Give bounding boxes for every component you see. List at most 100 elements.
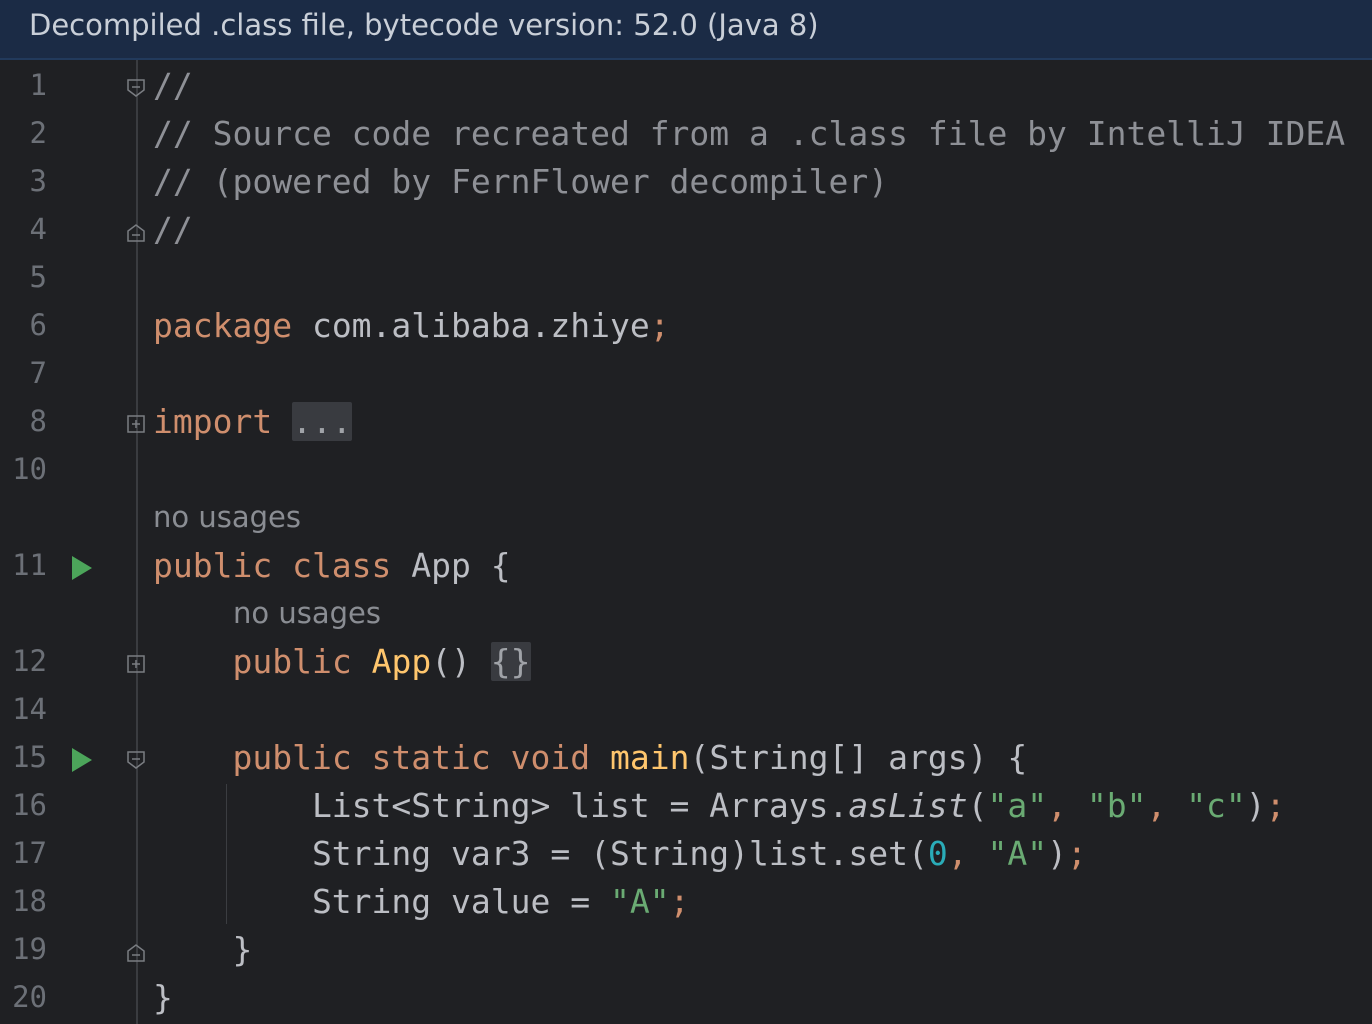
code-token: "A" [987, 834, 1048, 873]
code-line: 11 public class App { [0, 544, 1372, 592]
code-text[interactable]: String value = "A"; [153, 882, 690, 921]
line-number[interactable]: 3 [0, 164, 47, 198]
code-text[interactable]: List<String> list = Arrays.asList("a", "… [153, 786, 1286, 825]
line-number[interactable]: 16 [0, 788, 47, 822]
expand-fold-icon[interactable] [127, 415, 145, 433]
code-line: 20} [0, 976, 1372, 1024]
code-token: App { [391, 546, 511, 585]
code-line: 15 public static void main(String[] args… [0, 736, 1372, 784]
line-number[interactable]: 10 [0, 452, 47, 486]
decompiled-banner: Decompiled .class file, bytecode version… [0, 0, 1372, 60]
code-token: main [609, 738, 690, 777]
line-number[interactable]: 6 [0, 308, 47, 342]
line-number[interactable]: 19 [0, 932, 47, 966]
collapse-fold-icon[interactable] [127, 751, 145, 769]
line-number[interactable]: 17 [0, 836, 47, 870]
code-text[interactable]: public static void main(String[] args) { [153, 738, 1027, 777]
code-line: 10 [0, 448, 1372, 496]
code-text[interactable]: String var3 = (String)list.set(0, "A"); [153, 834, 1087, 873]
code-token: String value = [153, 882, 610, 921]
code-token: } [153, 930, 253, 969]
collapse-fold-icon[interactable] [127, 944, 145, 962]
collapse-fold-icon[interactable] [127, 224, 145, 242]
line-number[interactable]: 20 [0, 980, 47, 1014]
code-token: 0 [927, 834, 948, 873]
usage-hint-row: no usages [0, 496, 1372, 544]
run-icon[interactable] [72, 748, 92, 772]
code-token: ; [649, 306, 670, 345]
code-token: } [153, 978, 173, 1017]
banner-text: Decompiled .class file, bytecode version… [29, 8, 819, 42]
code-token: , [947, 834, 988, 873]
line-number[interactable]: 11 [0, 548, 47, 582]
code-line: 8 import ... [0, 400, 1372, 448]
code-line: 4 // [0, 208, 1372, 256]
code-token: (String[] args) { [689, 738, 1028, 777]
code-token: , [1146, 786, 1187, 825]
folded-region[interactable]: {} [490, 642, 531, 681]
code-token: // (powered by FernFlower decompiler) [153, 162, 889, 201]
usage-hint[interactable]: no usages [233, 596, 381, 630]
line-number[interactable]: 14 [0, 692, 47, 726]
code-text[interactable]: // [153, 210, 193, 249]
code-line: 2 // Source code recreated from a .class … [0, 112, 1372, 160]
code-token: ) [1245, 786, 1266, 825]
code-token: , [1047, 786, 1087, 825]
code-line: 5 [0, 256, 1372, 304]
run-icon[interactable] [72, 556, 92, 580]
usage-hint[interactable]: no usages [153, 500, 301, 534]
code-line: 19 } [0, 928, 1372, 976]
code-token: ; [1265, 786, 1286, 825]
code-token: List<String> list = Arrays. [153, 786, 849, 825]
code-token: ; [1066, 834, 1087, 873]
code-token: import [153, 402, 273, 441]
code-token: "a" [987, 786, 1048, 825]
line-number[interactable]: 4 [0, 212, 47, 246]
code-token: // Source code recreated from a .class f… [153, 114, 1346, 153]
code-line: 18 String value = "A"; [0, 880, 1372, 928]
code-token: ; [669, 882, 690, 921]
code-token: "A" [609, 882, 670, 921]
code-line: 14 [0, 688, 1372, 736]
folded-region[interactable]: ... [292, 402, 352, 441]
code-text[interactable]: // (powered by FernFlower decompiler) [153, 162, 888, 201]
line-number[interactable]: 7 [0, 356, 47, 390]
code-text[interactable]: public class App { [153, 546, 511, 585]
line-number[interactable]: 8 [0, 404, 47, 438]
code-token: // [153, 210, 193, 249]
code-token: public class [153, 546, 392, 585]
code-token: package [153, 306, 293, 345]
code-text[interactable]: public App() {} [153, 642, 531, 681]
code-token: ( [967, 786, 988, 825]
code-line: 17 String var3 = (String)list.set(0, "A"… [0, 832, 1372, 880]
code-token: // [153, 66, 193, 105]
code-text[interactable]: // Source code recreated from a .class f… [153, 114, 1345, 153]
collapse-fold-icon[interactable] [127, 79, 145, 97]
code-token: "b" [1086, 786, 1147, 825]
code-token: App [371, 642, 432, 681]
code-line: 3 // (powered by FernFlower decompiler) [0, 160, 1372, 208]
line-number[interactable]: 15 [0, 740, 47, 774]
line-number[interactable]: 1 [0, 68, 47, 102]
line-number[interactable]: 12 [0, 644, 47, 678]
line-number[interactable]: 5 [0, 260, 47, 294]
code-token: public static void [232, 738, 591, 777]
code-text[interactable]: } [153, 930, 252, 969]
code-line: 1 // [0, 64, 1372, 112]
code-text[interactable]: package com.alibaba.zhiye; [153, 306, 670, 345]
usage-hint-row: no usages [0, 592, 1372, 640]
code-token: com.alibaba.zhiye [292, 306, 650, 345]
code-editor[interactable]: 1 // 2 // Source code recreated from a .cla… [0, 60, 1372, 1024]
code-text[interactable]: import ... [153, 402, 352, 441]
code-text[interactable]: // [153, 66, 193, 105]
line-number[interactable]: 2 [0, 116, 47, 150]
expand-fold-icon[interactable] [127, 655, 145, 673]
line-number[interactable]: 18 [0, 884, 47, 918]
code-token: ) [1047, 834, 1067, 873]
code-text[interactable]: } [153, 978, 173, 1017]
